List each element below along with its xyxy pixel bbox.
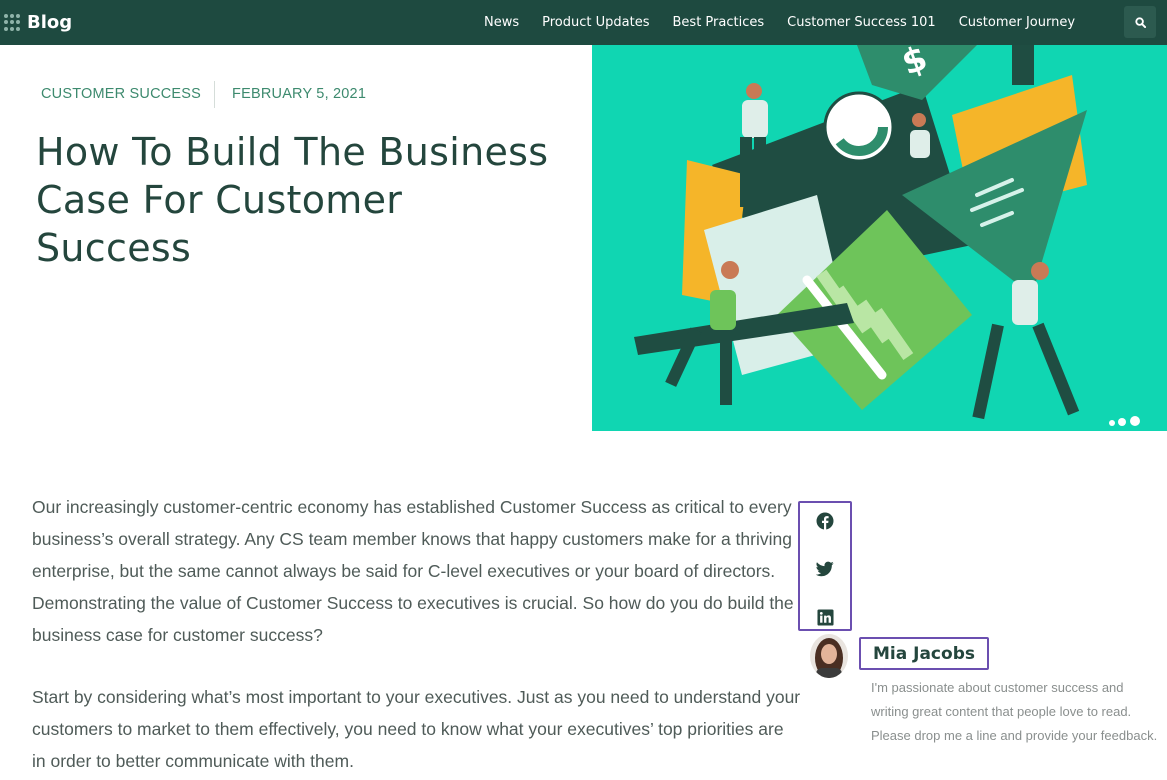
blog-logo[interactable]: Blog [4, 0, 72, 45]
nav-link-customer-success-101[interactable]: Customer Success 101 [787, 15, 936, 30]
brand-label: Blog [27, 12, 73, 33]
search-icon [1134, 16, 1146, 28]
main-nav: News Product Updates Best Practices Cust… [484, 0, 1098, 45]
post-category-link[interactable]: CUSTOMER SUCCESS [41, 86, 201, 102]
meta-divider [214, 80, 216, 108]
top-navigation-bar: Blog News Product Updates Best Practices… [0, 0, 1167, 45]
linkedin-icon [816, 608, 834, 626]
nav-link-product-updates[interactable]: Product Updates [542, 15, 649, 30]
nav-link-best-practices[interactable]: Best Practices [673, 15, 765, 30]
article-paragraph-2: Start by considering what’s most importa… [32, 687, 801, 771]
hero-illustration: $ [592, 45, 1167, 431]
share-linkedin-button[interactable] [815, 607, 835, 627]
author-name-link[interactable]: Mia Jacobs [859, 637, 989, 670]
post-date: FEBRUARY 5, 2021 [232, 86, 367, 102]
article-body: Our increasingly customer-centric econom… [32, 491, 802, 780]
nav-link-news[interactable]: News [484, 15, 519, 30]
share-box [798, 501, 852, 631]
page-title: How To Build The Business Case For Custo… [36, 130, 549, 270]
author-bio: I'm passionate about customer success an… [871, 680, 1158, 743]
twitter-icon [816, 561, 834, 577]
author-avatar[interactable] [810, 634, 848, 678]
logo-dots-icon [4, 13, 22, 32]
share-facebook-button[interactable] [815, 511, 835, 531]
article-paragraph-1: Our increasingly customer-centric econom… [32, 497, 794, 645]
search-button[interactable] [1124, 6, 1156, 38]
nav-link-customer-journey[interactable]: Customer Journey [959, 15, 1075, 30]
facebook-icon [816, 512, 834, 530]
post-meta: CUSTOMER SUCCESS FEBRUARY 5, 2021 [41, 80, 366, 108]
share-twitter-button[interactable] [815, 559, 835, 579]
